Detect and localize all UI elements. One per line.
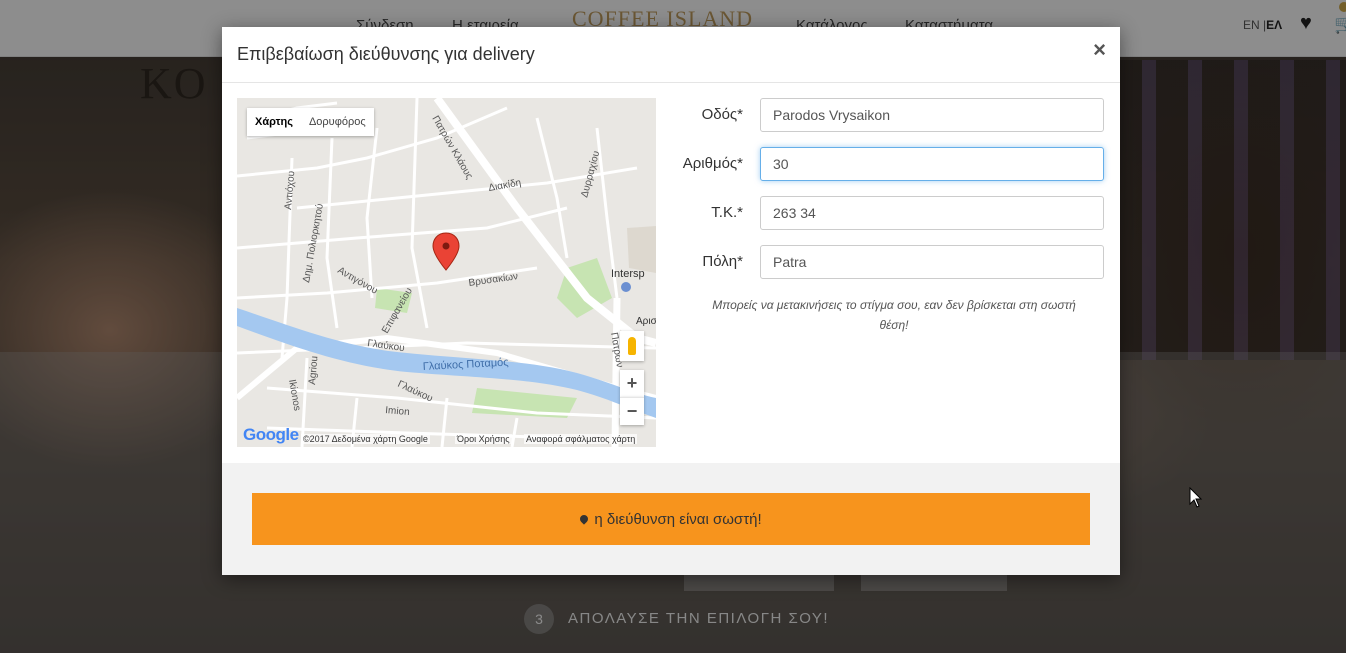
close-button[interactable]: × [1093,39,1106,61]
zoom-out-button[interactable]: − [620,397,644,425]
street-label: Ikionos [286,379,302,412]
street-label: Agriou [307,356,320,386]
street-input[interactable] [760,98,1104,132]
map-type-satellite[interactable]: Δορυφόρος [301,108,374,136]
map-footer: Google ©2017 Δεδομένα χάρτη Google Όροι … [237,425,656,447]
modal-header: Επιβεβαίωση διεύθυνσης για delivery × [222,27,1120,83]
main-road [433,98,656,347]
city-row: Πόλη* [662,245,1104,279]
postcode-label: Τ.Κ.* [711,204,743,221]
location-marker[interactable] [432,232,460,271]
map-terms-link[interactable]: Όροι Χρήσης [455,434,512,444]
number-label: Αριθμός* [682,155,743,172]
city-input[interactable] [760,245,1104,279]
marker-hint: Μπορείς να μετακινήσεις το στίγμα σου, ε… [712,298,1076,332]
street-label: Αντιόχου [282,170,297,210]
map-type-map[interactable]: Χάρτης [247,108,301,136]
map-type-control: Χάρτης Δορυφόρος [247,108,374,136]
number-row: Αριθμός* [662,147,1104,181]
confirm-address-button[interactable]: η διεύθυνση είναι σωστή! [252,493,1090,545]
street-label: Βρυσακίων [468,270,519,289]
street-label: Αριστ [636,316,656,327]
confirm-address-label: η διεύθυνση είναι σωστή! [594,510,762,528]
google-logo[interactable]: Google [243,425,299,445]
main-road [611,297,621,447]
modal-footer: η διεύθυνση είναι σωστή! [222,463,1120,575]
postcode-row: Τ.Κ.* [662,196,1104,230]
zoom-in-button[interactable]: + [620,370,644,397]
map-canvas: Βρυσακίων Γλαύκου Γλαύκος Ποταμός Επιφαν… [237,98,656,447]
building-area [627,226,656,273]
map-report-link[interactable]: Αναφορά σφάλματος χάρτη [524,434,638,444]
modal-title: Επιβεβαίωση διεύθυνσης για delivery [237,44,535,64]
street-label: Imion [385,405,410,418]
map-copyright: ©2017 Δεδομένα χάρτη Google [301,434,430,444]
poi-marker[interactable] [621,282,631,292]
map-marker-icon [578,512,591,525]
number-input[interactable] [760,147,1104,181]
postcode-input[interactable] [760,196,1104,230]
address-confirm-modal: Επιβεβαίωση διεύθυνσης για delivery × Βρ… [222,27,1120,575]
pegman-icon[interactable] [620,331,644,361]
street-label: Οδός* [701,106,743,123]
map[interactable]: Βρυσακίων Γλαύκου Γλαύκος Ποταμός Επιφαν… [237,98,656,447]
street-label: Intersp [611,268,645,280]
mouse-cursor-icon [1189,487,1203,508]
city-label: Πόλη* [702,253,743,270]
street-row: Οδός* [662,98,1104,132]
